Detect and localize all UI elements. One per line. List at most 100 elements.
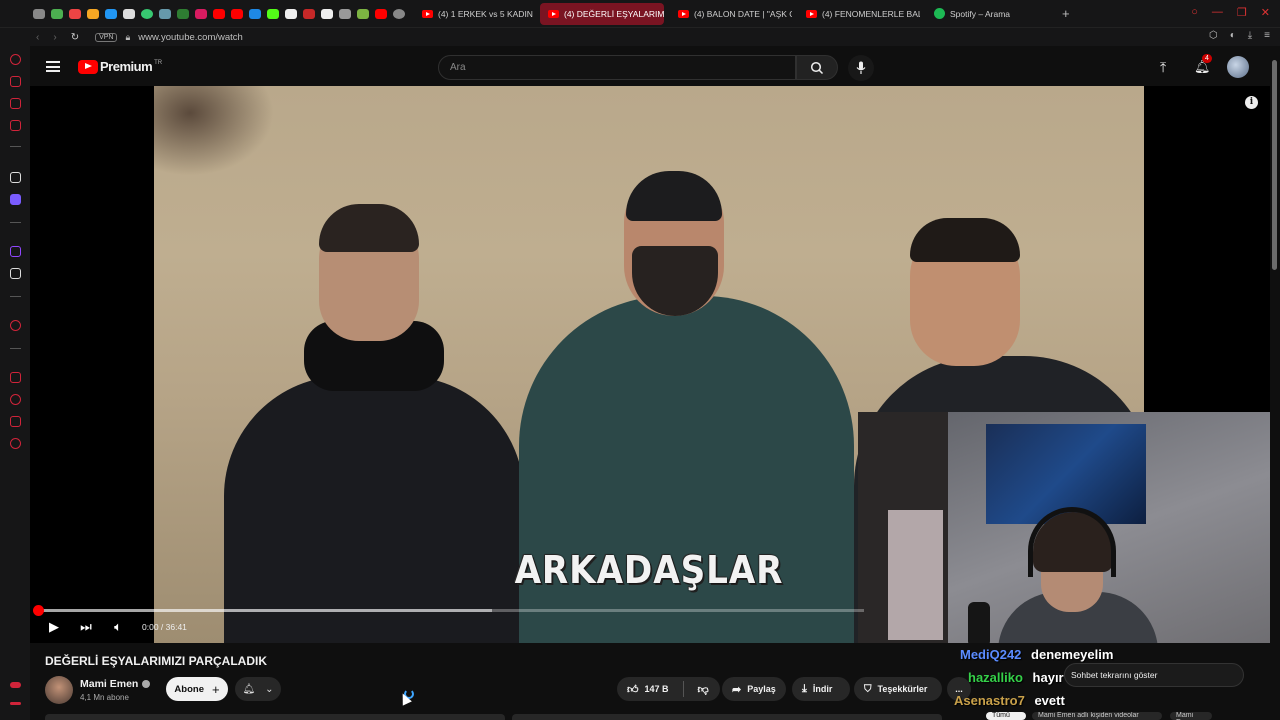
show-chat-replay-button[interactable]: Sohbet tekrarını göster [1064,663,1244,687]
menu-icon[interactable]: ≡ [1264,30,1270,41]
streamer-microphone [968,602,990,643]
pinned-tab-icon[interactable] [336,5,354,23]
youtube-logo[interactable]: Premium TR [78,59,162,74]
next-icon[interactable]: ⏭ [78,619,94,635]
sidebar-app-icon[interactable] [10,76,21,87]
sidebar-app-icon[interactable] [10,416,21,427]
pinned-tab-icon[interactable] [84,5,102,23]
new-tab-button[interactable]: + [1062,6,1070,21]
like-button[interactable]: 👍︎ 147 B [627,683,669,696]
sidebar-app-icon[interactable] [10,172,21,183]
description-box[interactable] [45,714,505,720]
thumbs-down-icon: 👎︎ [697,683,709,696]
filter-chip-channel-2[interactable]: Mami Emen [1170,712,1212,720]
forward-icon[interactable]: › [53,32,56,43]
tab-label: (4) BALON DATE | "AŞK O [694,8,792,19]
pinned-tab-icon[interactable] [156,5,174,23]
pinned-tab-icon[interactable] [318,5,336,23]
like-count: 147 B [644,684,669,694]
search-button[interactable] [796,55,838,80]
search-tabs-icon[interactable]: ○ [1191,6,1198,19]
maximize-icon[interactable]: ❐ [1237,6,1247,19]
filter-chip-all[interactable]: Tümü [986,712,1026,720]
menu-icon[interactable] [46,61,60,72]
video-player[interactable]: ARKADAŞLAR i ▶ ⏭ 🔈︎ 0:00 / 36:41 [30,86,1280,643]
chat-message: Asenastro7 evett [954,693,1065,708]
sidebar-app-icon[interactable] [10,98,21,109]
profile-icon[interactable]: ◐ [1230,30,1236,41]
account-avatar[interactable] [1227,56,1249,78]
url-field[interactable]: www.youtube.com/watch [138,32,243,43]
twitch-icon[interactable] [10,246,21,257]
youtube-icon [422,9,433,18]
extensions-icon[interactable]: ⬡ [1209,30,1218,41]
search-input[interactable] [439,56,795,79]
person-center-cap [626,171,722,221]
upload-icon[interactable]: ⤒ [1160,59,1166,76]
subscribe-button[interactable]: Abone + [166,677,228,701]
browser-tab[interactable]: (4) FENOMENLERLE BAL [798,3,920,25]
sidebar-app-icon[interactable] [10,682,21,688]
scrollbar-thumb[interactable] [1272,60,1277,270]
more-icon[interactable] [10,702,21,705]
notification-bell-button[interactable]: 🔔︎ ⌄ [235,677,281,701]
lock-icon[interactable]: 🔒︎ [125,32,130,43]
page-scrollbar[interactable] [1270,46,1280,720]
like-dislike-group: 👍︎ 147 B 👎︎ [617,677,720,701]
x-icon[interactable] [10,268,21,279]
pinned-tab-icon[interactable] [390,5,408,23]
sidebar-app-icon[interactable] [10,120,21,131]
video-title: DEĞERLİ EŞYALARIMIZI PARÇALADIK [45,654,268,668]
pinned-tab-icon[interactable] [102,5,120,23]
youtube-icon[interactable] [372,5,390,23]
reload-icon[interactable]: ↻ [71,32,79,43]
browser-tab[interactable]: (4) 1 ERKEK vs 5 KADIN | [414,3,534,25]
settings-icon[interactable] [10,438,21,449]
subscribe-label: Abone [174,683,204,695]
history-icon[interactable] [10,394,21,405]
progress-bar[interactable] [33,605,864,616]
browser-tab-active[interactable]: (4) DEĞERLİ EŞYALARIMI [540,2,664,25]
youtube-icon[interactable] [210,5,228,23]
sidebar-divider [10,348,21,349]
back-icon[interactable]: ‹ [36,32,39,43]
pinned-tab-icon[interactable] [282,5,300,23]
volume-icon[interactable]: 🔈︎ [110,619,126,635]
play-icon[interactable]: ▶ [46,619,62,635]
pinned-tab-icon[interactable] [120,5,138,23]
kick-icon[interactable] [264,5,282,23]
close-icon[interactable]: ✕ [1261,6,1270,19]
opera-icon[interactable] [10,54,21,65]
pinned-tab-icon[interactable] [138,5,156,23]
browser-tab[interactable]: Spotify – Arama [926,3,1048,25]
vpn-badge[interactable]: VPN [95,32,118,42]
youtube-icon[interactable] [228,5,246,23]
voice-search-button[interactable] [848,55,874,81]
pinned-tab-icon[interactable] [354,5,372,23]
download-icon[interactable]: ⤓ [1248,30,1252,41]
window-controls: ○ — ❐ ✕ [1191,6,1270,19]
share-button[interactable]: ➦ Paylaş [722,677,786,701]
pinned-tab-icon[interactable] [192,5,210,23]
gmail-icon[interactable] [66,5,84,23]
dislike-button[interactable]: 👎︎ [698,683,709,696]
download-button[interactable]: ⤓ İndir [792,677,850,701]
pinned-tab-icon[interactable] [174,5,192,23]
minimize-icon[interactable]: — [1212,6,1223,19]
chip-label: Mami Emen [1176,712,1194,720]
info-icon[interactable]: i [1245,96,1258,109]
sidebar-app-icon[interactable] [10,372,21,383]
sidebar-app-icon[interactable] [10,320,21,331]
pinned-tab-icon[interactable] [48,5,66,23]
sidebar-app-icon[interactable] [10,194,21,205]
browser-tab[interactable]: (4) BALON DATE | "AŞK O [670,3,792,25]
pinned-tab-icon[interactable] [30,5,48,23]
time-display: 0:00 / 36:41 [142,622,187,632]
filter-chip-channel[interactable]: Mami Emen adlı kişiden videolar [1032,712,1162,720]
thanks-button[interactable]: ⛉ Teşekkürler [854,677,942,701]
channel-name[interactable]: Mami Emen [80,678,151,690]
chat-message: hazalliko hayır [968,670,1064,685]
pinned-tab-icon[interactable] [300,5,318,23]
pinned-tab-icon[interactable] [246,5,264,23]
channel-avatar[interactable] [45,676,73,704]
